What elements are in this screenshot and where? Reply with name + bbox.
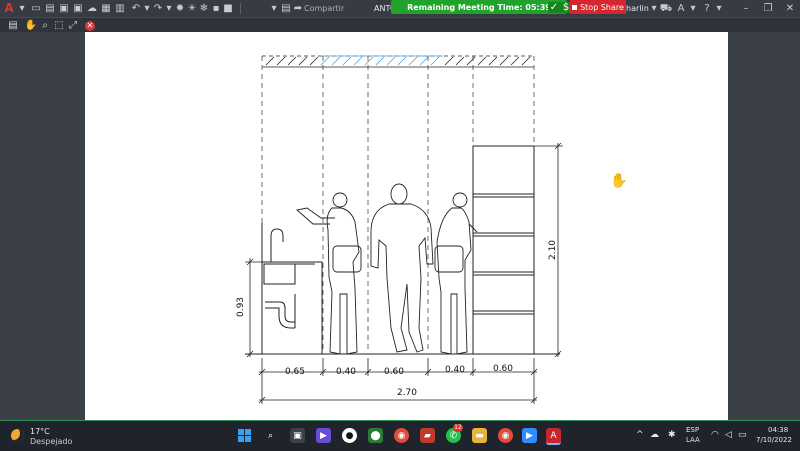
new-file-icon[interactable]: ▭ [30,3,42,14]
zoom-app-icon[interactable]: ▶ [522,428,537,443]
stop-icon [572,4,578,10]
shield-icon[interactable]: ✓ [548,2,560,13]
dropdown-arrow-icon[interactable]: ▾ [648,3,660,14]
dropdown-arrow-icon[interactable]: ▾ [268,3,280,14]
zoom-icon[interactable]: ⌕ [39,20,51,31]
dropdown-arrow-icon[interactable]: ▾ [16,3,28,14]
text-style-icon[interactable]: A [675,3,687,14]
winrar-icon[interactable]: ▰ [420,428,435,443]
maps-icon[interactable]: ⬤ [368,428,383,443]
ceiling-hatch [262,55,534,68]
dim-segment-4: 0.40 [445,365,465,375]
clock-date[interactable]: 7/10/2022 [756,436,792,444]
save-as-icon[interactable]: ▣ [72,3,84,14]
weather-temperature[interactable]: 17°C [30,427,50,436]
share-label[interactable]: Compartir [304,4,344,13]
app-toolbar: A ▾ ▭ ▤ ▣ ▣ ☁ ▦ ▥ ↶ ▾ ↷ ▾ ✹ ☀ ❄ ▪ ■ ▾ ▤ … [0,0,800,17]
autocad-app-icon[interactable]: A [3,2,15,14]
volume-icon[interactable]: ◁ [725,430,732,440]
pan-cursor-icon: ✋ [610,173,628,189]
sun-icon[interactable]: ☀ [186,3,198,14]
drawing-canvas[interactable]: 0.65 0.40 0.60 0.40 0.60 2.70 0.93 2.10 … [0,32,800,420]
layer-color-icon[interactable]: ■ [222,3,234,14]
tray-app-icon[interactable]: ☁ [650,430,659,440]
lightbulb-icon[interactable]: ✹ [174,3,186,14]
help-icon[interactable]: ? [701,3,713,14]
cart-icon[interactable]: ⛟ [660,3,673,14]
chrome-profile-icon[interactable]: ◉ [498,428,513,443]
print-icon[interactable]: ▤ [7,20,19,31]
whatsapp-badge: 12 [453,424,463,432]
vertical-dimensions [245,142,563,358]
shelving-unit [472,145,535,355]
freeze-icon[interactable]: ❄ [198,3,210,14]
dim-segment-5: 0.60 [493,364,513,374]
pan-hand-icon[interactable]: ✋ [25,20,37,31]
user-name[interactable]: harlin [626,4,649,13]
zoom-extents-icon[interactable]: ⤢ [67,20,79,31]
close-icon[interactable]: ✕ [784,3,796,14]
task-view-icon[interactable]: ▣ [290,428,305,443]
wifi-icon[interactable]: ◠ [711,430,719,440]
elevation-drawing: 0.65 0.40 0.60 0.40 0.60 2.70 0.93 2.10 [236,55,563,404]
windows-start-icon[interactable] [237,428,252,443]
meeting-timer-text: Remaining Meeting Time: 05:39 [407,2,551,12]
sink-counter [261,223,323,355]
restore-icon[interactable]: ❐ [762,3,774,14]
cloud-save-icon[interactable]: ☁ [86,3,98,14]
dropdown-arrow-icon[interactable]: ▾ [687,3,699,14]
chrome-icon[interactable]: ◉ [394,428,409,443]
share-arrow-icon[interactable]: ➦ [292,3,304,14]
weather-moon-icon[interactable] [11,429,24,442]
person-right [434,192,478,355]
lock-icon[interactable]: ▪ [210,3,222,14]
open-folder-icon[interactable]: ▤ [44,3,56,14]
keyboard-layout[interactable]: LAA [686,436,700,444]
battery-icon[interactable]: ▭ [738,430,747,440]
search-icon[interactable]: ⌕ [263,428,278,443]
teams-chat-icon[interactable]: ▶ [316,428,331,443]
tray-chevron-icon[interactable]: ^ [636,430,644,440]
language-code[interactable]: ESP [686,426,699,434]
dim-total: 2.70 [397,388,417,398]
dim-shelf-height: 2.10 [548,240,558,260]
dim-segment-2: 0.40 [336,367,356,377]
web-icon[interactable]: ▦ [100,3,112,14]
stop-share-label: Stop Share [580,2,624,12]
zoom-window-icon[interactable]: ⬚ [53,20,65,31]
person-middle [370,183,434,353]
plot-icon[interactable]: ▤ [280,3,292,14]
github-icon[interactable]: ● [342,428,357,443]
print-icon[interactable]: ▥ [114,3,126,14]
minimize-icon[interactable]: – [740,3,752,14]
meeting-timer-banner: Remaining Meeting Time: 05:39 [391,0,567,14]
dim-counter-height: 0.93 [236,297,246,317]
ceiling-hatch-selected [320,55,443,66]
file-explorer-icon[interactable]: ▬ [472,428,487,443]
close-preview-icon[interactable]: ✕ [85,21,95,31]
windows-taskbar: 17°C Despejado ⌕ ▣ ▶ ● ⬤ ◉ ▰ ✆ 12 ▬ ◉ ▶ … [0,420,800,451]
person-left [296,192,362,355]
dim-segment-1: 0.65 [285,367,305,377]
paper-sheet: 0.65 0.40 0.60 0.40 0.60 2.70 0.93 2.10 [85,32,728,420]
stop-share-button[interactable]: Stop Share [570,0,626,14]
dim-segment-3: 0.60 [384,367,404,377]
bluetooth-icon[interactable]: ✱ [668,430,676,440]
autocad-taskbar-icon[interactable]: A [546,428,561,445]
weather-description[interactable]: Despejado [30,437,72,446]
plot-preview-toolbar: ▤ ✋ ⌕ ⬚ ⤢ ✕ [0,17,800,33]
save-icon[interactable]: ▣ [58,3,70,14]
clock-time[interactable]: 04:38 [768,426,788,434]
toolbar-divider [240,3,241,14]
dropdown-arrow-icon[interactable]: ▾ [713,3,725,14]
